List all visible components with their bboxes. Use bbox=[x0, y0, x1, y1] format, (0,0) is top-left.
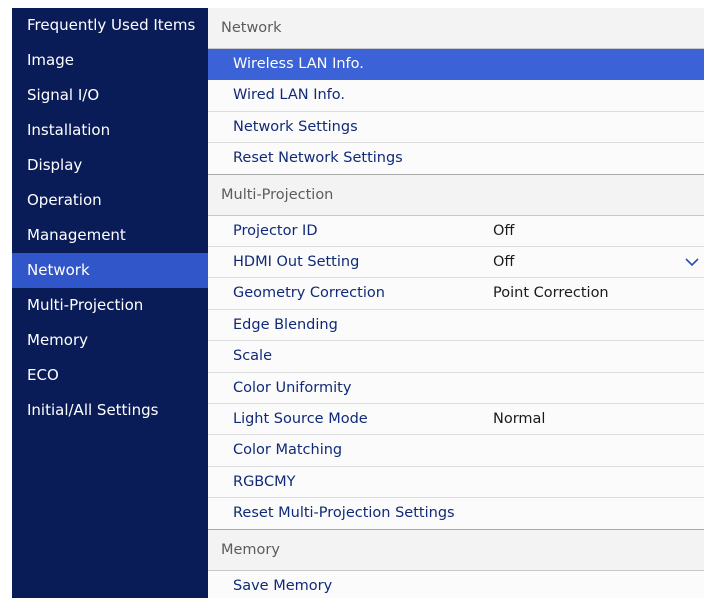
section-header-network: Network bbox=[208, 8, 704, 49]
menu-item-value: Point Correction bbox=[493, 285, 609, 302]
sidebar-item-installation[interactable]: Installation bbox=[12, 113, 208, 148]
menu-item-light-source-mode[interactable]: Light Source Mode Normal bbox=[208, 404, 704, 436]
menu-item-label: Projector ID bbox=[233, 222, 318, 239]
sidebar-item-initial-all-settings[interactable]: Initial/All Settings bbox=[12, 393, 208, 428]
menu-item-label: Wired LAN Info. bbox=[233, 87, 346, 104]
menu-item-value: Normal bbox=[493, 411, 546, 427]
sidebar-item-operation[interactable]: Operation bbox=[12, 183, 208, 218]
settings-list: Network Wireless LAN Info. Wired LAN Inf… bbox=[208, 8, 704, 598]
menu-item-label: RGBCMY bbox=[233, 473, 296, 490]
settings-window: Frequently Used Items Image Signal I/O I… bbox=[12, 8, 704, 598]
menu-item-hdmi-out-setting[interactable]: HDMI Out Setting Off bbox=[208, 247, 704, 279]
menu-item-label: Wireless LAN Info. bbox=[233, 56, 364, 72]
sidebar-item-memory[interactable]: Memory bbox=[12, 323, 208, 358]
menu-item-color-matching[interactable]: Color Matching bbox=[208, 435, 704, 467]
menu-item-label: Reset Network Settings bbox=[233, 150, 403, 167]
menu-item-label: Light Source Mode bbox=[233, 411, 368, 427]
chevron-down-icon[interactable] bbox=[684, 255, 700, 269]
menu-item-label: HDMI Out Setting bbox=[233, 254, 360, 270]
sidebar: Frequently Used Items Image Signal I/O I… bbox=[12, 8, 208, 598]
menu-item-projector-id[interactable]: Projector ID Off bbox=[208, 215, 704, 247]
menu-item-color-uniformity[interactable]: Color Uniformity bbox=[208, 372, 704, 404]
sidebar-item-image[interactable]: Image bbox=[12, 43, 208, 78]
menu-item-network-settings[interactable]: Network Settings bbox=[208, 111, 704, 144]
menu-item-label: Save Memory bbox=[233, 577, 333, 594]
menu-item-label: Color Matching bbox=[233, 442, 343, 459]
sidebar-item-multi-projection[interactable]: Multi-Projection bbox=[12, 288, 208, 323]
sidebar-item-management[interactable]: Management bbox=[12, 218, 208, 253]
menu-item-reset-multi-projection-settings[interactable]: Reset Multi-Projection Settings bbox=[208, 498, 704, 530]
menu-item-label: Edge Blending bbox=[233, 316, 338, 333]
menu-item-label: Reset Multi-Projection Settings bbox=[233, 505, 455, 522]
menu-item-geometry-correction[interactable]: Geometry Correction Point Correction bbox=[208, 278, 704, 310]
sidebar-item-display[interactable]: Display bbox=[12, 148, 208, 183]
menu-item-scale[interactable]: Scale bbox=[208, 341, 704, 373]
section-header-multi-projection: Multi-Projection bbox=[208, 174, 704, 216]
menu-item-label: Network Settings bbox=[233, 118, 358, 135]
menu-item-label: Scale bbox=[233, 348, 273, 365]
section-header-memory: Memory bbox=[208, 529, 704, 571]
sidebar-item-signal-io[interactable]: Signal I/O bbox=[12, 78, 208, 113]
menu-item-wired-lan-info[interactable]: Wired LAN Info. bbox=[208, 80, 704, 112]
menu-item-edge-blending[interactable]: Edge Blending bbox=[208, 309, 704, 342]
menu-item-save-memory[interactable]: Save Memory bbox=[208, 570, 704, 598]
menu-item-label: Color Uniformity bbox=[233, 379, 352, 396]
sidebar-item-network[interactable]: Network bbox=[12, 253, 208, 288]
menu-item-value: Off bbox=[493, 254, 515, 270]
sidebar-item-frequently-used-items[interactable]: Frequently Used Items bbox=[12, 8, 208, 43]
menu-item-rgbcmy[interactable]: RGBCMY bbox=[208, 466, 704, 499]
menu-item-label: Geometry Correction bbox=[233, 285, 385, 302]
sidebar-item-eco[interactable]: ECO bbox=[12, 358, 208, 393]
menu-item-reset-network-settings[interactable]: Reset Network Settings bbox=[208, 143, 704, 175]
menu-item-wireless-lan-info[interactable]: Wireless LAN Info. bbox=[208, 49, 704, 81]
menu-item-value: Off bbox=[493, 222, 515, 239]
